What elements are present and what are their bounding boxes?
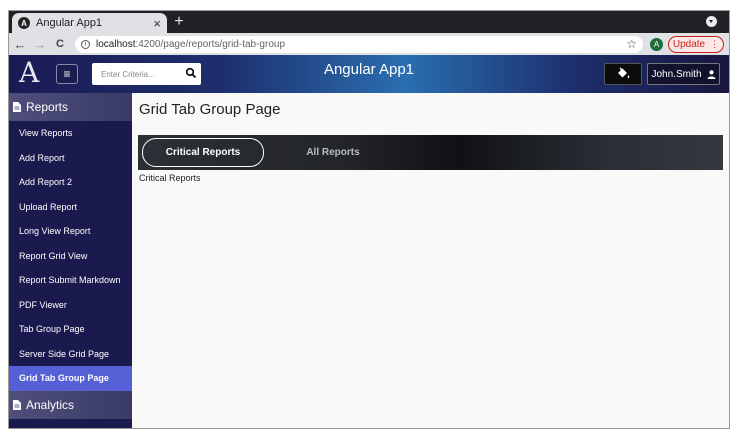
document-icon — [13, 102, 21, 112]
angular-favicon-icon: A — [18, 17, 30, 29]
back-arrow-icon[interactable]: ← — [11, 37, 29, 52]
user-name: John.Smith — [651, 68, 702, 80]
sidebar-item-server-side-grid-page[interactable]: Server Side Grid Page — [9, 342, 132, 367]
url-host: localhost — [96, 39, 136, 50]
sidebar-item-upload-report[interactable]: Upload Report — [9, 195, 132, 220]
forward-arrow-icon[interactable]: → — [31, 37, 49, 52]
sidebar-item-report-grid-view[interactable]: Report Grid View — [9, 244, 132, 269]
tab-critical-reports[interactable]: Critical Reports — [142, 138, 264, 167]
sidebar-item-grid-tab-group-page[interactable]: Grid Tab Group Page — [9, 366, 132, 391]
info-icon[interactable]: i — [81, 40, 90, 49]
tab-all-reports[interactable]: All Reports — [278, 138, 388, 167]
sidebar: Reports View Reports Add Report Add Repo… — [9, 93, 132, 428]
page-title: Grid Tab Group Page — [139, 101, 281, 118]
document-icon — [13, 399, 21, 410]
search-box — [92, 63, 201, 85]
sidebar-item-add-report-2[interactable]: Add Report 2 — [9, 170, 132, 195]
update-label: Update — [672, 39, 706, 50]
user-icon — [707, 69, 716, 79]
address-bar[interactable]: i localhost :4200/page/reports/grid-tab-… — [75, 36, 643, 53]
new-tab-button[interactable]: + — [171, 13, 187, 31]
more-vert-icon: ⋮ — [710, 39, 720, 49]
app-title: Angular App1 — [323, 61, 415, 78]
main-content: Grid Tab Group Page Critical Reports All… — [132, 93, 729, 428]
reload-icon[interactable]: C — [51, 38, 69, 50]
user-menu-button[interactable]: John.Smith — [647, 63, 720, 85]
browser-window: A Angular App1 × + ← → C i localhost :42… — [8, 10, 730, 429]
sidebar-item-report-submit-markdown[interactable]: Report Submit Markdown — [9, 268, 132, 293]
sidebar-item-pdf-viewer[interactable]: PDF Viewer — [9, 293, 132, 318]
app-logo: A — [19, 56, 40, 89]
tab-search-icon[interactable] — [706, 16, 717, 27]
sidebar-section-reports[interactable]: Reports — [9, 93, 132, 121]
sidebar-item-long-view-report[interactable]: Long View Report — [9, 219, 132, 244]
sidebar-section-analytics[interactable]: Analytics — [9, 390, 132, 419]
url-path: :4200/page/reports/grid-tab-group — [135, 39, 286, 50]
tab-group: Critical Reports All Reports — [138, 135, 723, 170]
paint-bucket-icon — [618, 67, 630, 79]
tab-panel-text: Critical Reports — [139, 173, 201, 183]
search-icon[interactable] — [185, 67, 197, 79]
sidebar-item-tab-group-page[interactable]: Tab Group Page — [9, 317, 132, 342]
browser-tab-strip: A Angular App1 × + — [9, 11, 729, 33]
hamburger-menu-button[interactable]: ≡ — [56, 64, 78, 84]
browser-toolbar: ← → C i localhost :4200/page/reports/gri… — [9, 33, 729, 55]
search-input[interactable] — [92, 64, 182, 84]
tab-title: Angular App1 — [36, 17, 103, 29]
browser-tab[interactable]: A Angular App1 × — [12, 13, 167, 33]
sidebar-section-label: Reports — [26, 100, 69, 114]
sidebar-section-label: Analytics — [26, 397, 75, 412]
sidebar-item-add-report[interactable]: Add Report — [9, 146, 132, 171]
bookmark-star-icon[interactable]: ☆ — [626, 37, 637, 51]
update-button[interactable]: Update ⋮ — [668, 36, 724, 53]
app-header: A ≡ Angular App1 John.Smith — [9, 55, 729, 93]
profile-avatar[interactable]: A — [650, 38, 663, 51]
theme-button[interactable] — [604, 63, 642, 85]
sidebar-item-view-reports[interactable]: View Reports — [9, 121, 132, 146]
tab-close-icon[interactable]: × — [153, 16, 161, 31]
